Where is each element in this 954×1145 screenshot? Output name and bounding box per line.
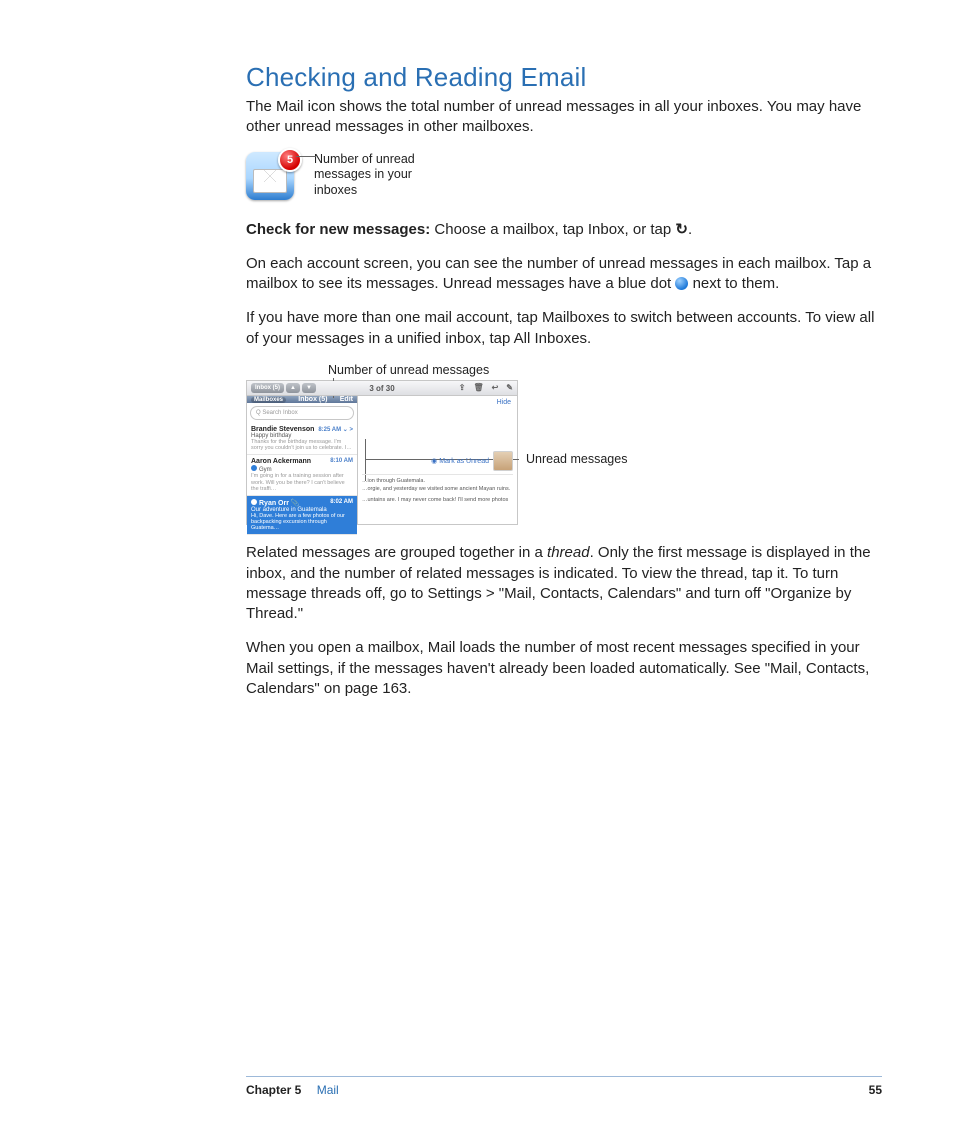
mail-sidebar: Mailboxes Inbox (5) Edit Q Search Inbox … (247, 396, 358, 524)
compose-icon[interactable]: ✎ (506, 383, 513, 392)
message-subject: Gym (251, 465, 353, 473)
icon-callout-text: Number of unread messages in your inboxe… (314, 152, 434, 199)
unread-dot-icon (251, 499, 257, 505)
reply-icon[interactable]: ↩ (492, 383, 499, 392)
thread-chevron-icon: ⌄ > (343, 427, 353, 433)
sender-avatar (493, 451, 513, 471)
mail-toolbar: Inbox (5) ▲ ▼ 3 of 30 ⇪ 🗑 ↩ ✎ (247, 381, 517, 396)
unread-badge: 5 (278, 148, 302, 172)
check-text-after: . (688, 221, 692, 238)
thread-italic: thread (547, 544, 590, 561)
toolbar-inbox-pill[interactable]: Inbox (5) (251, 383, 284, 393)
move-icon[interactable]: ⇪ (459, 383, 466, 392)
toolbar-up-button[interactable]: ▲ (286, 383, 300, 393)
message-time: 8:25 AM ⌄ > (318, 426, 353, 433)
toolbar-down-button[interactable]: ▼ (302, 383, 316, 393)
message-row[interactable]: Aaron Ackermann 8:10 AM Gym I'm going in… (247, 455, 357, 495)
message-time: 8:10 AM (330, 458, 353, 464)
mail-reading-pane: Hide ◉ Mark as Unread …ion through Guate… (358, 396, 517, 524)
inbox-screenshot-figure: Number of unread messages Inbox (5) ▲ ▼ … (246, 363, 882, 526)
refresh-icon: ↻ (675, 220, 688, 240)
thread-text-before: Related messages are grouped together in… (246, 544, 547, 561)
check-new-paragraph: Check for new messages: Choose a mailbox… (246, 220, 882, 240)
multi-account-paragraph: If you have more than one mail account, … (246, 308, 882, 349)
mail-icon-figure: 5 Number of unread messages in your inbo… (246, 152, 882, 202)
footer-title: Mail (317, 1083, 339, 1097)
message-preview: Thanks for the birthday message. I'm sor… (251, 439, 353, 451)
trash-icon[interactable]: 🗑 (473, 383, 483, 392)
ipad-mail-screenshot: Inbox (5) ▲ ▼ 3 of 30 ⇪ 🗑 ↩ ✎ (246, 380, 518, 525)
sidebar-title: Inbox (5) (298, 396, 327, 403)
message-row[interactable]: Brandie Stevenson 8:25 AM ⌄ > Happy birt… (247, 423, 357, 455)
hide-details-link[interactable]: Hide (497, 399, 511, 406)
intro-paragraph: The Mail icon shows the total number of … (246, 97, 882, 138)
check-text-before: Choose a mailbox, tap Inbox, or tap (430, 221, 675, 238)
sidebar-edit-button[interactable]: Edit (340, 396, 353, 403)
mailboxes-back-button[interactable]: Mailboxes (251, 397, 286, 403)
message-preview: I'm going in for a training session afte… (251, 473, 353, 491)
callout-unread-count: Number of unread messages (328, 363, 882, 379)
load-paragraph: When you open a mailbox, Mail loads the … (246, 638, 882, 699)
section-heading: Checking and Reading Email (246, 62, 882, 93)
page-footer: Chapter 5 Mail 55 (246, 1076, 882, 1097)
footer-chapter: Chapter 5 (246, 1083, 301, 1097)
sidebar-search-field[interactable]: Q Search Inbox (250, 406, 354, 420)
toolbar-message-count: 3 of 30 (369, 384, 394, 393)
mark-unread-link[interactable]: ◉ Mark as Unread (431, 457, 489, 465)
message-row-selected[interactable]: Ryan Orr 📎 8:02 AM Our adventure in Guat… (247, 496, 357, 535)
unread-dot-icon (251, 465, 257, 471)
message-time: 8:02 AM (330, 499, 353, 505)
footer-page-number: 55 (869, 1083, 882, 1097)
thread-paragraph: Related messages are grouped together in… (246, 543, 882, 624)
callout-leader (296, 156, 316, 157)
message-preview: Hi, Dave. Here are a few photos of our b… (251, 513, 353, 531)
account-paragraph: On each account screen, you can see the … (246, 254, 882, 295)
callout-unread-messages: Unread messages (526, 380, 627, 468)
account-text-after: next to them. (688, 275, 779, 292)
mail-body-text: …ion through Guatemala. …orgie, and yest… (362, 475, 513, 503)
check-label: Check for new messages: (246, 221, 430, 238)
blue-dot-icon (675, 277, 688, 290)
